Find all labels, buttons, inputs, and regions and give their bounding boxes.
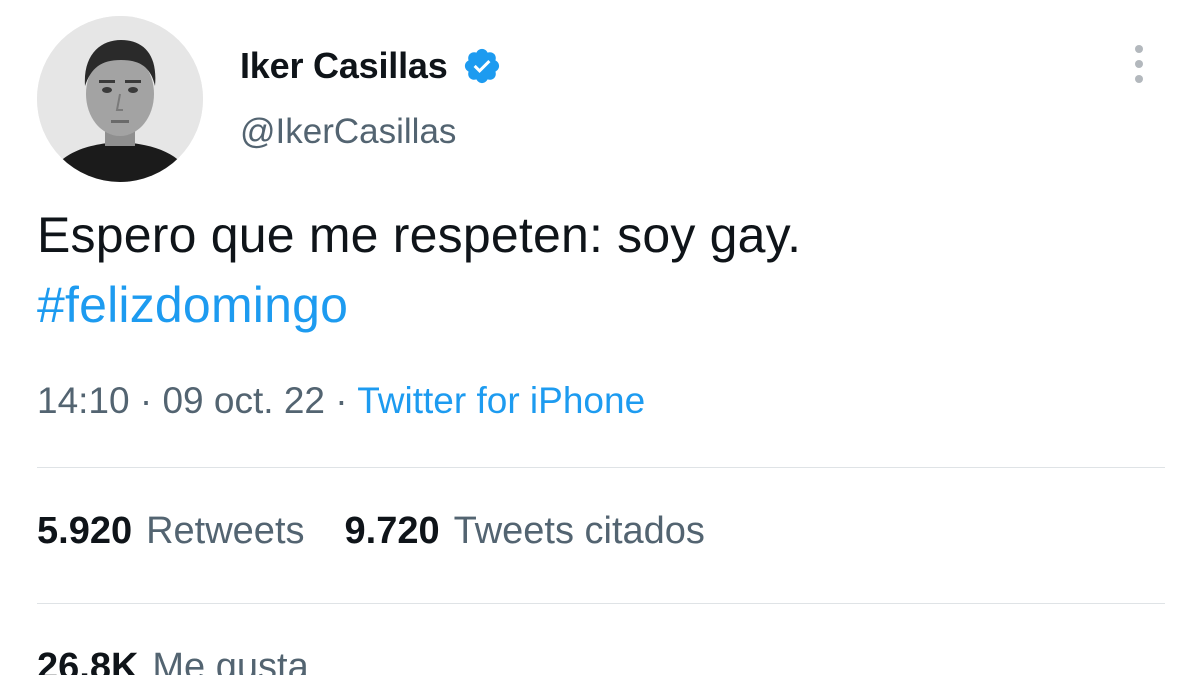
author-name-row: Iker Casillas <box>240 44 502 88</box>
likes-row: 26,8K Me gusta <box>37 646 309 675</box>
author-handle[interactable]: @IkerCasillas <box>240 112 456 152</box>
tweet-card: Iker Casillas @IkerCasillas Espero que m… <box>0 0 1200 675</box>
retweets-stat[interactable]: 5.920 Retweets <box>37 510 305 553</box>
hashtag-link[interactable]: #felizdomingo <box>37 270 801 340</box>
likes-count: 26,8K <box>37 646 139 675</box>
retweets-label: Retweets <box>146 510 305 552</box>
quote-tweets-count: 9.720 <box>344 510 440 552</box>
more-vertical-icon[interactable] <box>1128 42 1150 88</box>
divider <box>37 467 1165 468</box>
likes-label: Me gusta <box>152 646 309 675</box>
divider <box>37 603 1165 604</box>
engagement-stats: 5.920 Retweets 9.720 Tweets citados <box>37 510 705 553</box>
quote-tweets-stat[interactable]: 9.720 Tweets citados <box>345 510 705 553</box>
tweet-metadata: 14:10 · 09 oct. 22 · Twitter for iPhone <box>37 380 645 422</box>
tweet-date[interactable]: 09 oct. 22 <box>162 380 325 421</box>
meta-separator: · <box>335 380 348 421</box>
tweet-text: Espero que me respeten: soy gay. #felizd… <box>37 200 801 340</box>
quote-tweets-label: Tweets citados <box>453 510 705 552</box>
tweet-time[interactable]: 14:10 <box>37 380 130 421</box>
retweets-count: 5.920 <box>37 510 133 552</box>
likes-stat[interactable]: 26,8K Me gusta <box>37 646 309 675</box>
avatar-photo <box>37 16 203 182</box>
avatar[interactable] <box>37 16 203 182</box>
verified-badge-icon <box>462 46 502 86</box>
meta-separator: · <box>139 380 153 421</box>
tweet-source-link[interactable]: Twitter for iPhone <box>357 380 645 421</box>
tweet-body: Espero que me respeten: soy gay. <box>37 207 802 263</box>
author-display-name[interactable]: Iker Casillas <box>240 45 448 87</box>
